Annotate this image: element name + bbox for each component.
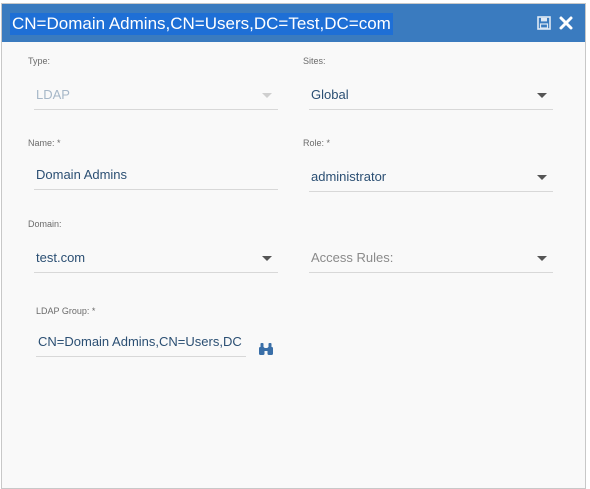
type-label: Type: (28, 56, 51, 66)
domain-label: Domain: (28, 219, 62, 229)
binoculars-icon[interactable] (258, 342, 274, 356)
access-rules-placeholder: Access Rules: (311, 250, 394, 265)
domain-select[interactable]: test.com (34, 246, 278, 273)
ldap-group-input[interactable]: CN=Domain Admins,CN=Users,DC (36, 330, 246, 357)
dialog-titlebar: CN=Domain Admins,CN=Users,DC=Test,DC=com (2, 4, 585, 42)
sites-label: Sites: (303, 56, 326, 66)
chevron-down-icon (262, 93, 272, 98)
save-icon[interactable] (536, 15, 552, 31)
domain-value: test.com (36, 250, 86, 265)
sites-select[interactable]: Global (309, 83, 553, 110)
chevron-down-icon (262, 256, 272, 261)
ldap-group-label: LDAP Group: * (36, 306, 96, 316)
chevron-down-icon (537, 256, 547, 261)
dialog-title: CN=Domain Admins,CN=Users,DC=Test,DC=com (10, 13, 393, 35)
chevron-down-icon (537, 93, 547, 98)
name-value: Domain Admins (36, 167, 128, 182)
type-value: LDAP (36, 87, 70, 102)
role-value: administrator (311, 169, 387, 184)
type-select[interactable]: LDAP (34, 83, 278, 110)
role-label: Role: * (303, 138, 331, 148)
close-icon[interactable] (558, 15, 574, 31)
chevron-down-icon (537, 175, 547, 180)
role-select[interactable]: administrator (309, 165, 553, 192)
name-input[interactable]: Domain Admins (34, 163, 278, 190)
access-rules-select[interactable]: Access Rules: (309, 246, 553, 273)
sites-value: Global (311, 87, 349, 102)
ldap-group-dialog: CN=Domain Admins,CN=Users,DC=Test,DC=com… (1, 3, 586, 489)
name-label: Name: * (28, 138, 61, 148)
ldap-group-value: CN=Domain Admins,CN=Users,DC (38, 334, 242, 349)
